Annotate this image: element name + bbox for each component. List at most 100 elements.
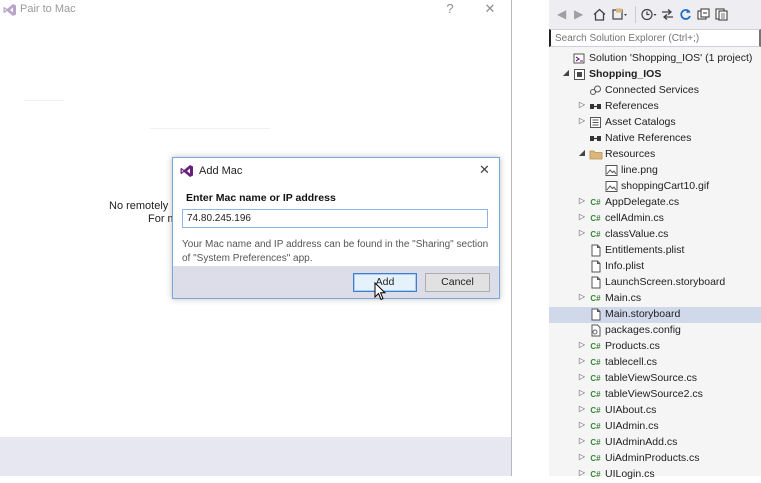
tree-item-label: Asset Catalogs xyxy=(605,116,676,128)
csharp-file-icon: C# xyxy=(590,470,601,479)
references-icon xyxy=(589,100,602,113)
project-icon xyxy=(573,68,586,81)
pending-changes-filter-icon[interactable] xyxy=(641,8,657,21)
csharp-file-icon: C# xyxy=(590,422,601,431)
tree-item-label: Info.plist xyxy=(605,260,645,272)
tree-item[interactable]: packages.config xyxy=(549,323,761,339)
divider xyxy=(24,100,64,101)
tree-item-label: Main.cs xyxy=(605,292,642,304)
tree-item-label: classValue.cs xyxy=(605,228,669,240)
help-text: Your Mac name and IP address can be foun… xyxy=(182,239,489,264)
tree-item-label: References xyxy=(605,100,659,112)
csharp-file-icon: C# xyxy=(590,198,601,207)
expand-arrow-icon[interactable]: ▷ xyxy=(578,452,586,461)
file-icon xyxy=(589,260,602,273)
csharp-file-icon: C# xyxy=(590,438,601,447)
expand-arrow-icon[interactable]: ▷ xyxy=(578,212,586,221)
cancel-button[interactable]: Cancel xyxy=(425,273,490,292)
window-title: Pair to Mac xyxy=(20,3,76,15)
image-file-icon xyxy=(605,164,618,177)
back-icon[interactable]: ◀ xyxy=(557,7,566,21)
sync-with-active-document-icon[interactable] xyxy=(661,8,674,21)
tree-item[interactable]: line.png xyxy=(549,163,761,179)
tree-item[interactable]: Native References xyxy=(549,131,761,147)
expand-arrow-icon[interactable]: ▷ xyxy=(578,404,586,413)
tree-item[interactable]: ▷ C# UiAdminProducts.cs xyxy=(549,451,761,467)
mac-address-label: Enter Mac name or IP address xyxy=(186,192,336,204)
csharp-file-icon: C# xyxy=(590,390,601,399)
expand-arrow-icon[interactable]: ▷ xyxy=(578,420,586,429)
csharp-file-icon: C# xyxy=(590,294,601,303)
tree-item-label: UIAdmin.cs xyxy=(605,420,659,432)
home-icon[interactable] xyxy=(593,8,606,21)
tree-item[interactable]: ▷ C# UIAdminAdd.cs xyxy=(549,435,761,451)
expand-arrow-icon[interactable]: ▷ xyxy=(578,356,586,365)
expand-arrow-icon[interactable]: ▷ xyxy=(578,436,586,445)
tree-item-label: UiAdminProducts.cs xyxy=(605,452,700,464)
solution-explorer-search-input[interactable] xyxy=(549,29,761,47)
csharp-file-icon: C# xyxy=(590,214,601,223)
tree-item[interactable]: ▷ C# Main.cs xyxy=(549,291,761,307)
switch-views-icon[interactable] xyxy=(612,8,628,21)
tree-item[interactable]: LaunchScreen.storyboard xyxy=(549,275,761,291)
tree-item[interactable]: ▷ C# tableViewSource.cs xyxy=(549,371,761,387)
collapse-arrow-icon[interactable]: ◢ xyxy=(562,68,570,77)
tree-item[interactable]: ▷ C# tableViewSource2.cs xyxy=(549,387,761,403)
help-button[interactable]: ? xyxy=(442,1,458,16)
pair-to-mac-titlebar: Pair to Mac ? ✕ xyxy=(0,0,511,20)
tree-item[interactable]: ▷ C# Products.cs xyxy=(549,339,761,355)
expand-arrow-icon[interactable]: ▷ xyxy=(578,388,586,397)
csharp-file-icon: C# xyxy=(590,342,601,351)
tree-item[interactable]: ◢ Resources xyxy=(549,147,761,163)
expand-arrow-icon[interactable]: ▷ xyxy=(578,372,586,381)
forward-icon[interactable]: ▶ xyxy=(574,7,583,21)
expand-arrow-icon[interactable]: ▷ xyxy=(578,228,586,237)
tree-item[interactable]: ▷ Asset Catalogs xyxy=(549,115,761,131)
expand-arrow-icon[interactable]: ▷ xyxy=(578,196,586,205)
tree-item[interactable]: ▷ C# UIAdmin.cs xyxy=(549,419,761,435)
tree-item-label: Shopping_IOS xyxy=(589,68,662,80)
expand-arrow-icon[interactable]: ▷ xyxy=(578,292,586,301)
tree-item[interactable]: ▷ C# tablecell.cs xyxy=(549,355,761,371)
tree-item[interactable]: ▷ C# UIAbout.cs xyxy=(549,403,761,419)
close-button[interactable]: ✕ xyxy=(482,1,498,17)
dialog-title: Add Mac xyxy=(199,165,243,177)
solution-explorer: ◀ ▶ Search Solution Explorer (Ctrl+;) So… xyxy=(549,0,761,480)
tree-item[interactable]: ▷ C# cellAdmin.cs xyxy=(549,211,761,227)
tree-item[interactable]: ▷ C# classValue.cs xyxy=(549,227,761,243)
tree-item-label: line.png xyxy=(621,164,658,176)
tree-item[interactable]: Solution 'Shopping_IOS' (1 project) xyxy=(549,51,761,67)
add-mac-dialog: Add Mac ✕ Enter Mac name or IP address Y… xyxy=(172,157,500,299)
divider xyxy=(150,128,270,129)
file-icon xyxy=(589,244,602,257)
tree-item-label: Products.cs xyxy=(605,340,660,352)
expand-arrow-icon[interactable]: ▷ xyxy=(578,100,586,109)
collapse-all-icon[interactable] xyxy=(697,8,710,21)
tree-item[interactable]: ▷ C# AppDelegate.cs xyxy=(549,195,761,211)
tree-item-label: packages.config xyxy=(605,324,681,336)
tree-item[interactable]: Entitlements.plist xyxy=(549,243,761,259)
expand-arrow-icon[interactable]: ▷ xyxy=(578,340,586,349)
dialog-close-button[interactable]: ✕ xyxy=(479,162,490,178)
refresh-icon[interactable] xyxy=(679,8,692,21)
tree-item[interactable]: Connected Services xyxy=(549,83,761,99)
tree-item-label: tablecell.cs xyxy=(605,356,657,368)
tree-item[interactable]: Main.storyboard xyxy=(549,307,761,323)
config-file-icon xyxy=(589,324,602,337)
tree-item-label: UIAdminAdd.cs xyxy=(605,436,678,448)
asset-catalog-icon xyxy=(589,116,602,129)
mac-address-input[interactable] xyxy=(182,209,488,228)
tree-item-label: Resources xyxy=(605,148,656,160)
tree-item[interactable]: Info.plist xyxy=(549,259,761,275)
tree-item-label: Main.storyboard xyxy=(605,308,681,320)
expand-arrow-icon[interactable]: ▷ xyxy=(578,116,586,125)
tree-item[interactable]: ◢ Shopping_IOS xyxy=(549,67,761,83)
tree-item-label: tableViewSource.cs xyxy=(605,372,698,384)
tree-item-label: LaunchScreen.storyboard xyxy=(605,276,726,288)
tree-item[interactable]: shoppingCart10.gif xyxy=(549,179,761,195)
visual-studio-icon xyxy=(3,4,16,16)
show-all-files-icon[interactable] xyxy=(715,8,728,21)
collapse-arrow-icon[interactable]: ◢ xyxy=(578,148,586,157)
tree-item[interactable]: ▷ C# UILogin.cs xyxy=(549,467,761,483)
tree-item[interactable]: ▷ References xyxy=(549,99,761,115)
